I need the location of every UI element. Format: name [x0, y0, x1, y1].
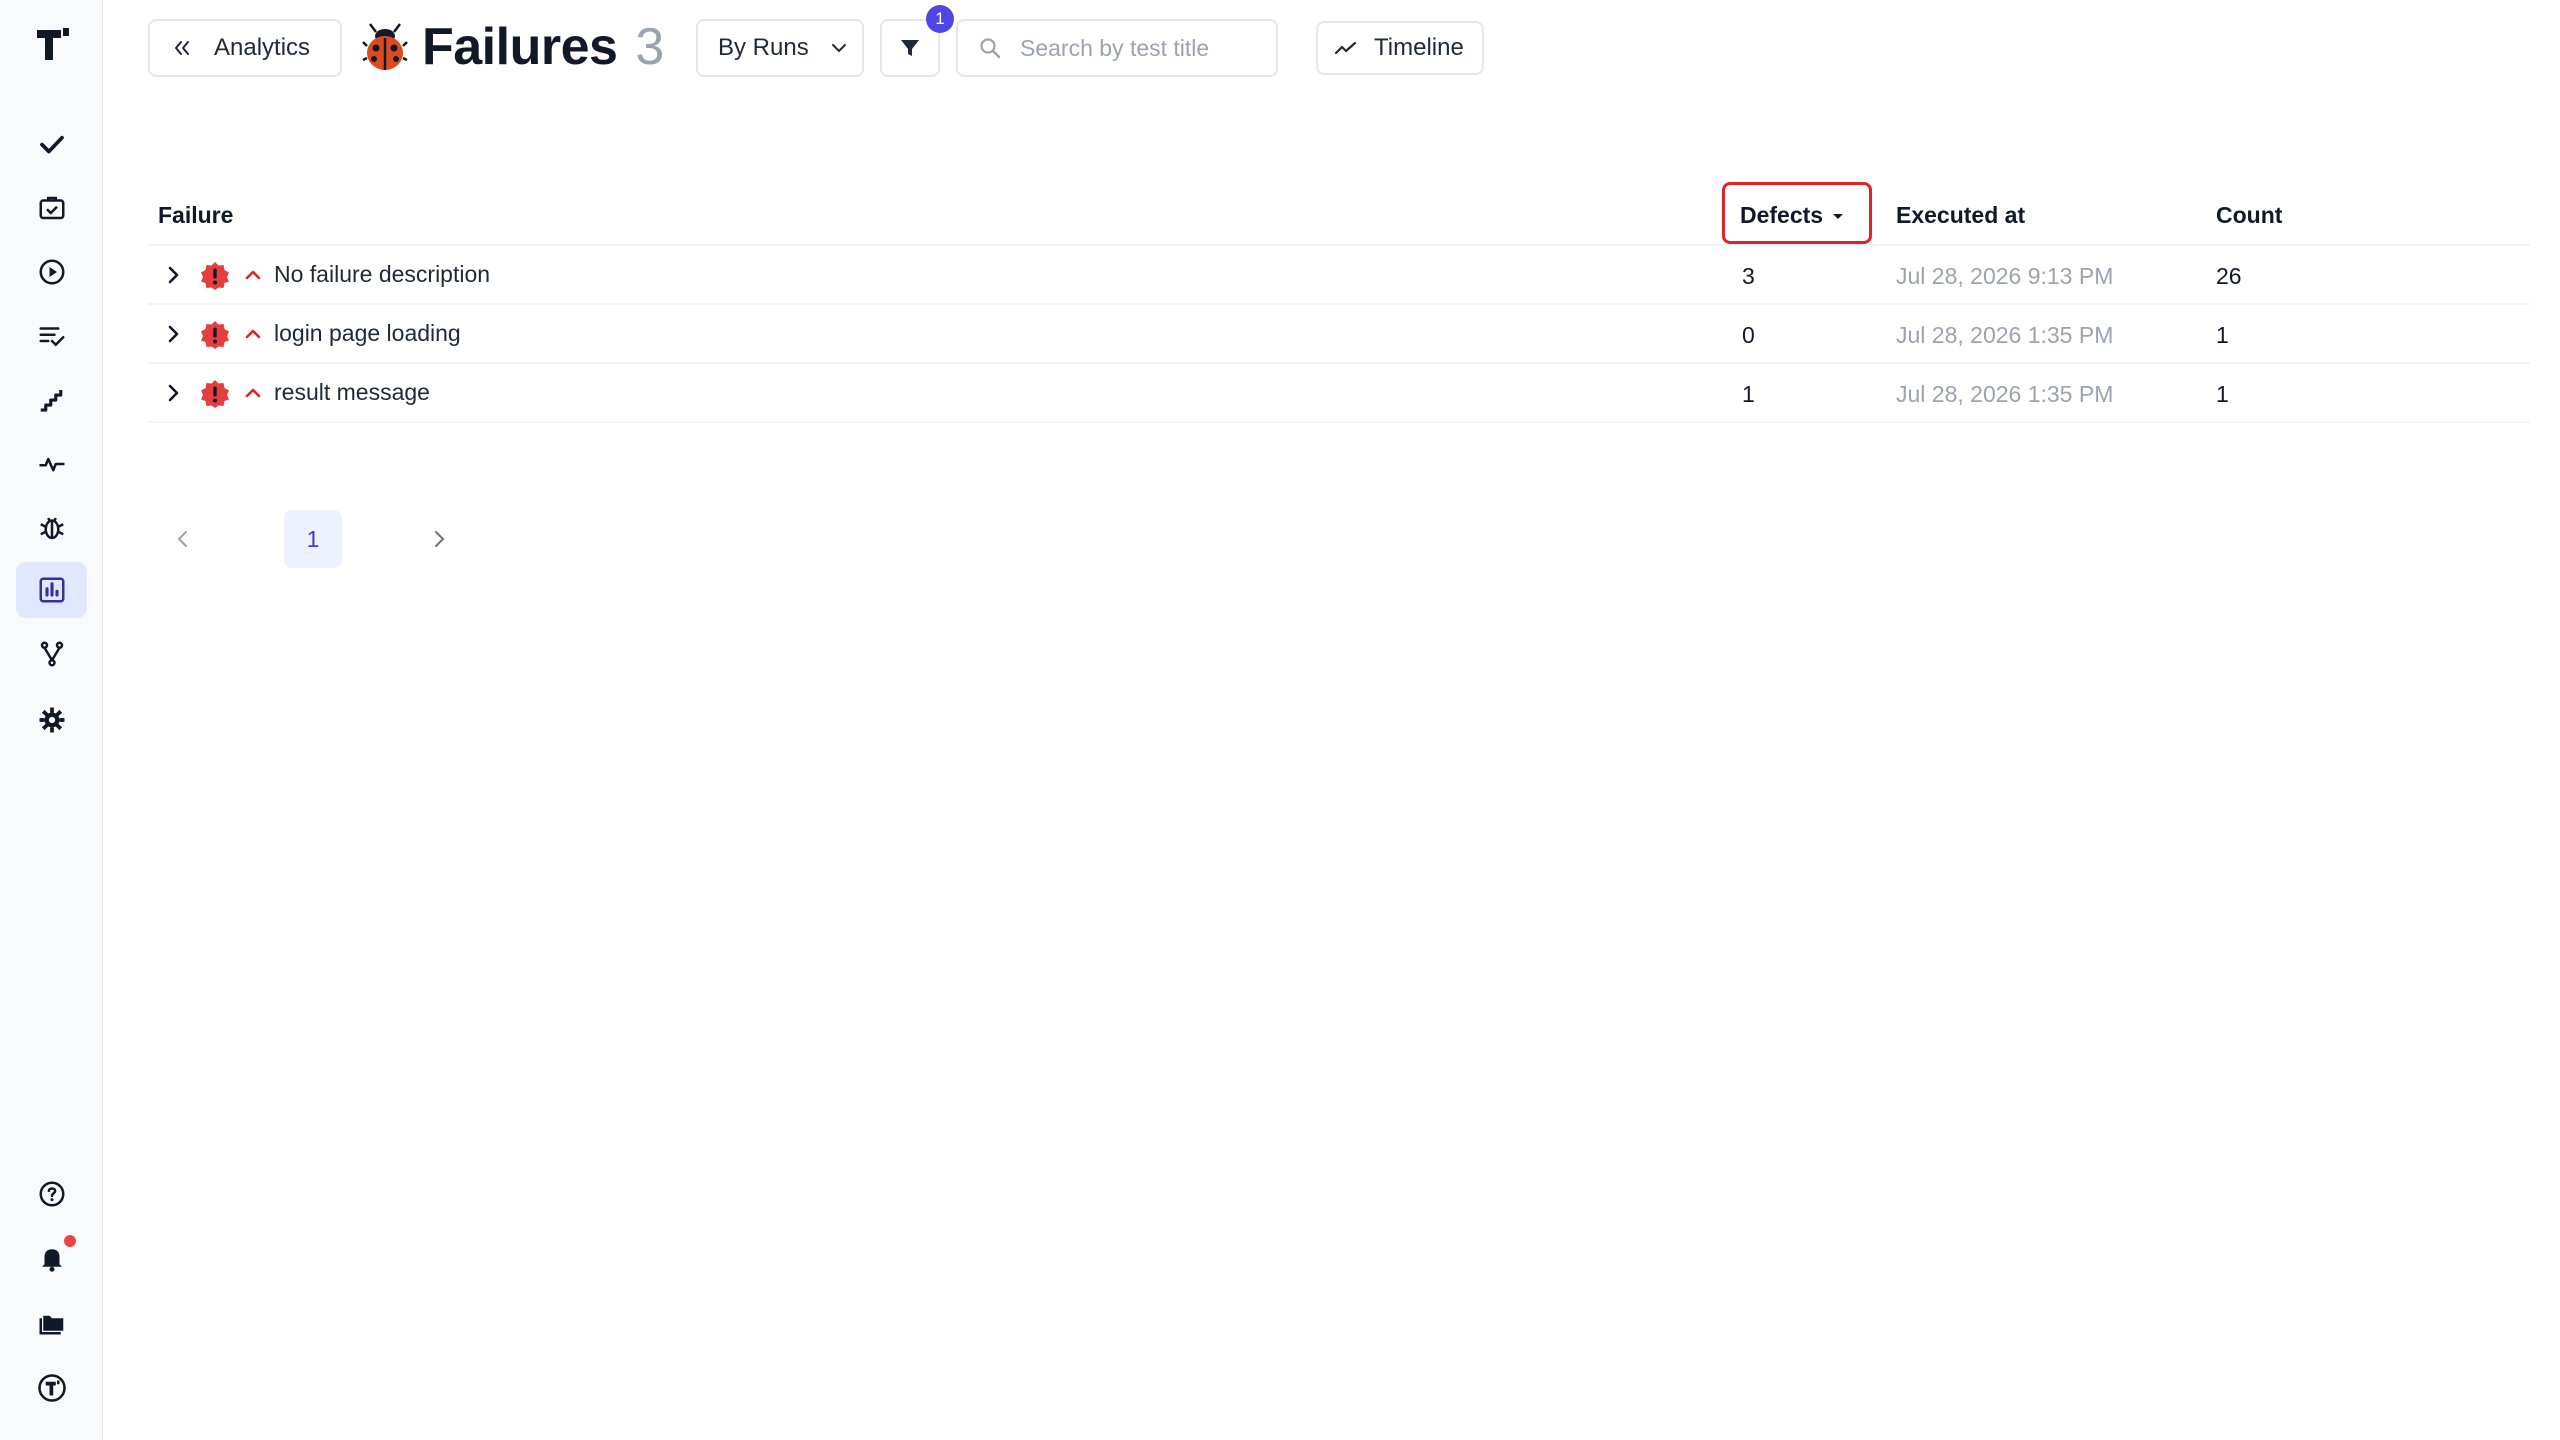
bell-icon: [41, 1249, 62, 1272]
list-check-icon: [39, 327, 64, 347]
sidebar: [0, 0, 103, 1440]
column-header-failure: Failure: [158, 202, 234, 228]
search-icon: [980, 38, 1001, 59]
nav-projects[interactable]: [16, 1294, 87, 1350]
search-input[interactable]: [1020, 34, 1260, 62]
notification-dot: [64, 1235, 76, 1247]
nav-defects[interactable]: [16, 500, 87, 556]
nav-branches[interactable]: [16, 626, 87, 682]
nav-analytics[interactable]: [16, 562, 87, 618]
page-title: Failures: [422, 18, 618, 76]
failure-title[interactable]: No failure description: [274, 261, 490, 288]
failure-title[interactable]: result message: [274, 379, 430, 406]
briefcase-check-icon: [39, 196, 64, 220]
table-row[interactable]: login page loading 0 Jul 28, 2026 1:35 P…: [148, 305, 2530, 364]
nav-steps[interactable]: [16, 372, 87, 428]
count-value: 26: [2216, 263, 2242, 289]
column-header-executed-at[interactable]: Executed at: [1896, 202, 2025, 229]
stairs-icon: [40, 390, 62, 412]
column-header-defects[interactable]: Defects: [1740, 202, 1845, 229]
folders-icon: [39, 1315, 63, 1335]
defects-value: 3: [1742, 263, 1755, 289]
group-by-dropdown[interactable]: By Runs: [696, 19, 864, 77]
timeline-button[interactable]: Timeline: [1316, 21, 1484, 75]
nav-help[interactable]: [16, 1166, 87, 1222]
page-heading: Failures 3: [362, 14, 664, 80]
nav-checkmark[interactable]: [16, 116, 87, 172]
error-badge-icon: [201, 262, 229, 290]
expand-chevron-icon[interactable]: [162, 323, 184, 345]
back-to-analytics-button[interactable]: Analytics: [148, 19, 342, 77]
nav-settings[interactable]: [16, 692, 87, 748]
defects-value: 0: [1742, 322, 1755, 348]
bug-icon: [39, 517, 64, 540]
double-chevron-left-icon: [175, 41, 189, 55]
play-circle-icon: [39, 259, 64, 285]
search-field[interactable]: [956, 19, 1278, 77]
executed-at-value: Jul 28, 2026 9:13 PM: [1896, 263, 2114, 289]
failures-count: 3: [635, 18, 665, 76]
help-icon: [39, 1181, 64, 1207]
expand-chevron-icon[interactable]: [162, 382, 184, 404]
error-badge-icon: [201, 380, 229, 408]
failure-title[interactable]: login page loading: [274, 320, 461, 347]
app-logo[interactable]: [33, 24, 71, 64]
back-button-label: Analytics: [214, 34, 311, 61]
table-row[interactable]: No failure description 3 Jul 28, 2026 9:…: [148, 246, 2530, 305]
sort-caret-down-icon: [1833, 213, 1844, 219]
nav-runs[interactable]: [16, 244, 87, 300]
table-header: Failure Defects Executed at Count: [148, 182, 2530, 246]
executed-at-value: Jul 28, 2026 1:35 PM: [1896, 322, 2114, 348]
chevron-right-icon[interactable]: [428, 528, 450, 550]
timeline-label: Timeline: [1374, 34, 1464, 61]
error-badge-icon: [201, 321, 229, 349]
column-header-defects-label: Defects: [1740, 202, 1824, 228]
chevron-left-icon[interactable]: [172, 528, 194, 550]
nav-plans[interactable]: [16, 308, 87, 364]
priority-up-icon: [245, 329, 261, 339]
page-1-button[interactable]: 1: [284, 510, 342, 568]
trend-line-icon: [1334, 41, 1357, 55]
analytics-chart-icon: [39, 577, 64, 603]
main-content: Analytics Failures 3 By Runs 1 Timeline: [104, 0, 2560, 1440]
group-by-label: By Runs: [718, 34, 809, 61]
chevron-down-icon: [831, 44, 846, 53]
nav-briefcase[interactable]: [16, 180, 87, 236]
pulse-icon: [39, 457, 64, 472]
checkmark-icon: [39, 135, 64, 154]
column-header-count[interactable]: Count: [2216, 202, 2282, 229]
branch-icon: [40, 641, 63, 667]
priority-up-icon: [245, 388, 261, 398]
count-value: 1: [2216, 381, 2229, 407]
ladybug-icon: [362, 23, 408, 70]
account-avatar-icon: [37, 1374, 66, 1402]
table-row[interactable]: result message 1 Jul 28, 2026 1:35 PM 1: [148, 364, 2530, 423]
priority-up-icon: [245, 270, 261, 280]
filter-funnel-icon: [901, 40, 919, 56]
settings-gear-icon: [39, 707, 64, 733]
expand-chevron-icon[interactable]: [162, 264, 184, 286]
executed-at-value: Jul 28, 2026 1:35 PM: [1896, 381, 2114, 407]
filter-count-badge: 1: [926, 5, 954, 33]
nav-pulse[interactable]: [16, 436, 87, 492]
nav-notifications[interactable]: [16, 1230, 87, 1286]
defects-value: 1: [1742, 381, 1755, 407]
failures-table: Failure Defects Executed at Count No fai…: [148, 182, 2530, 423]
count-value: 1: [2216, 322, 2229, 348]
nav-account[interactable]: [16, 1360, 87, 1416]
